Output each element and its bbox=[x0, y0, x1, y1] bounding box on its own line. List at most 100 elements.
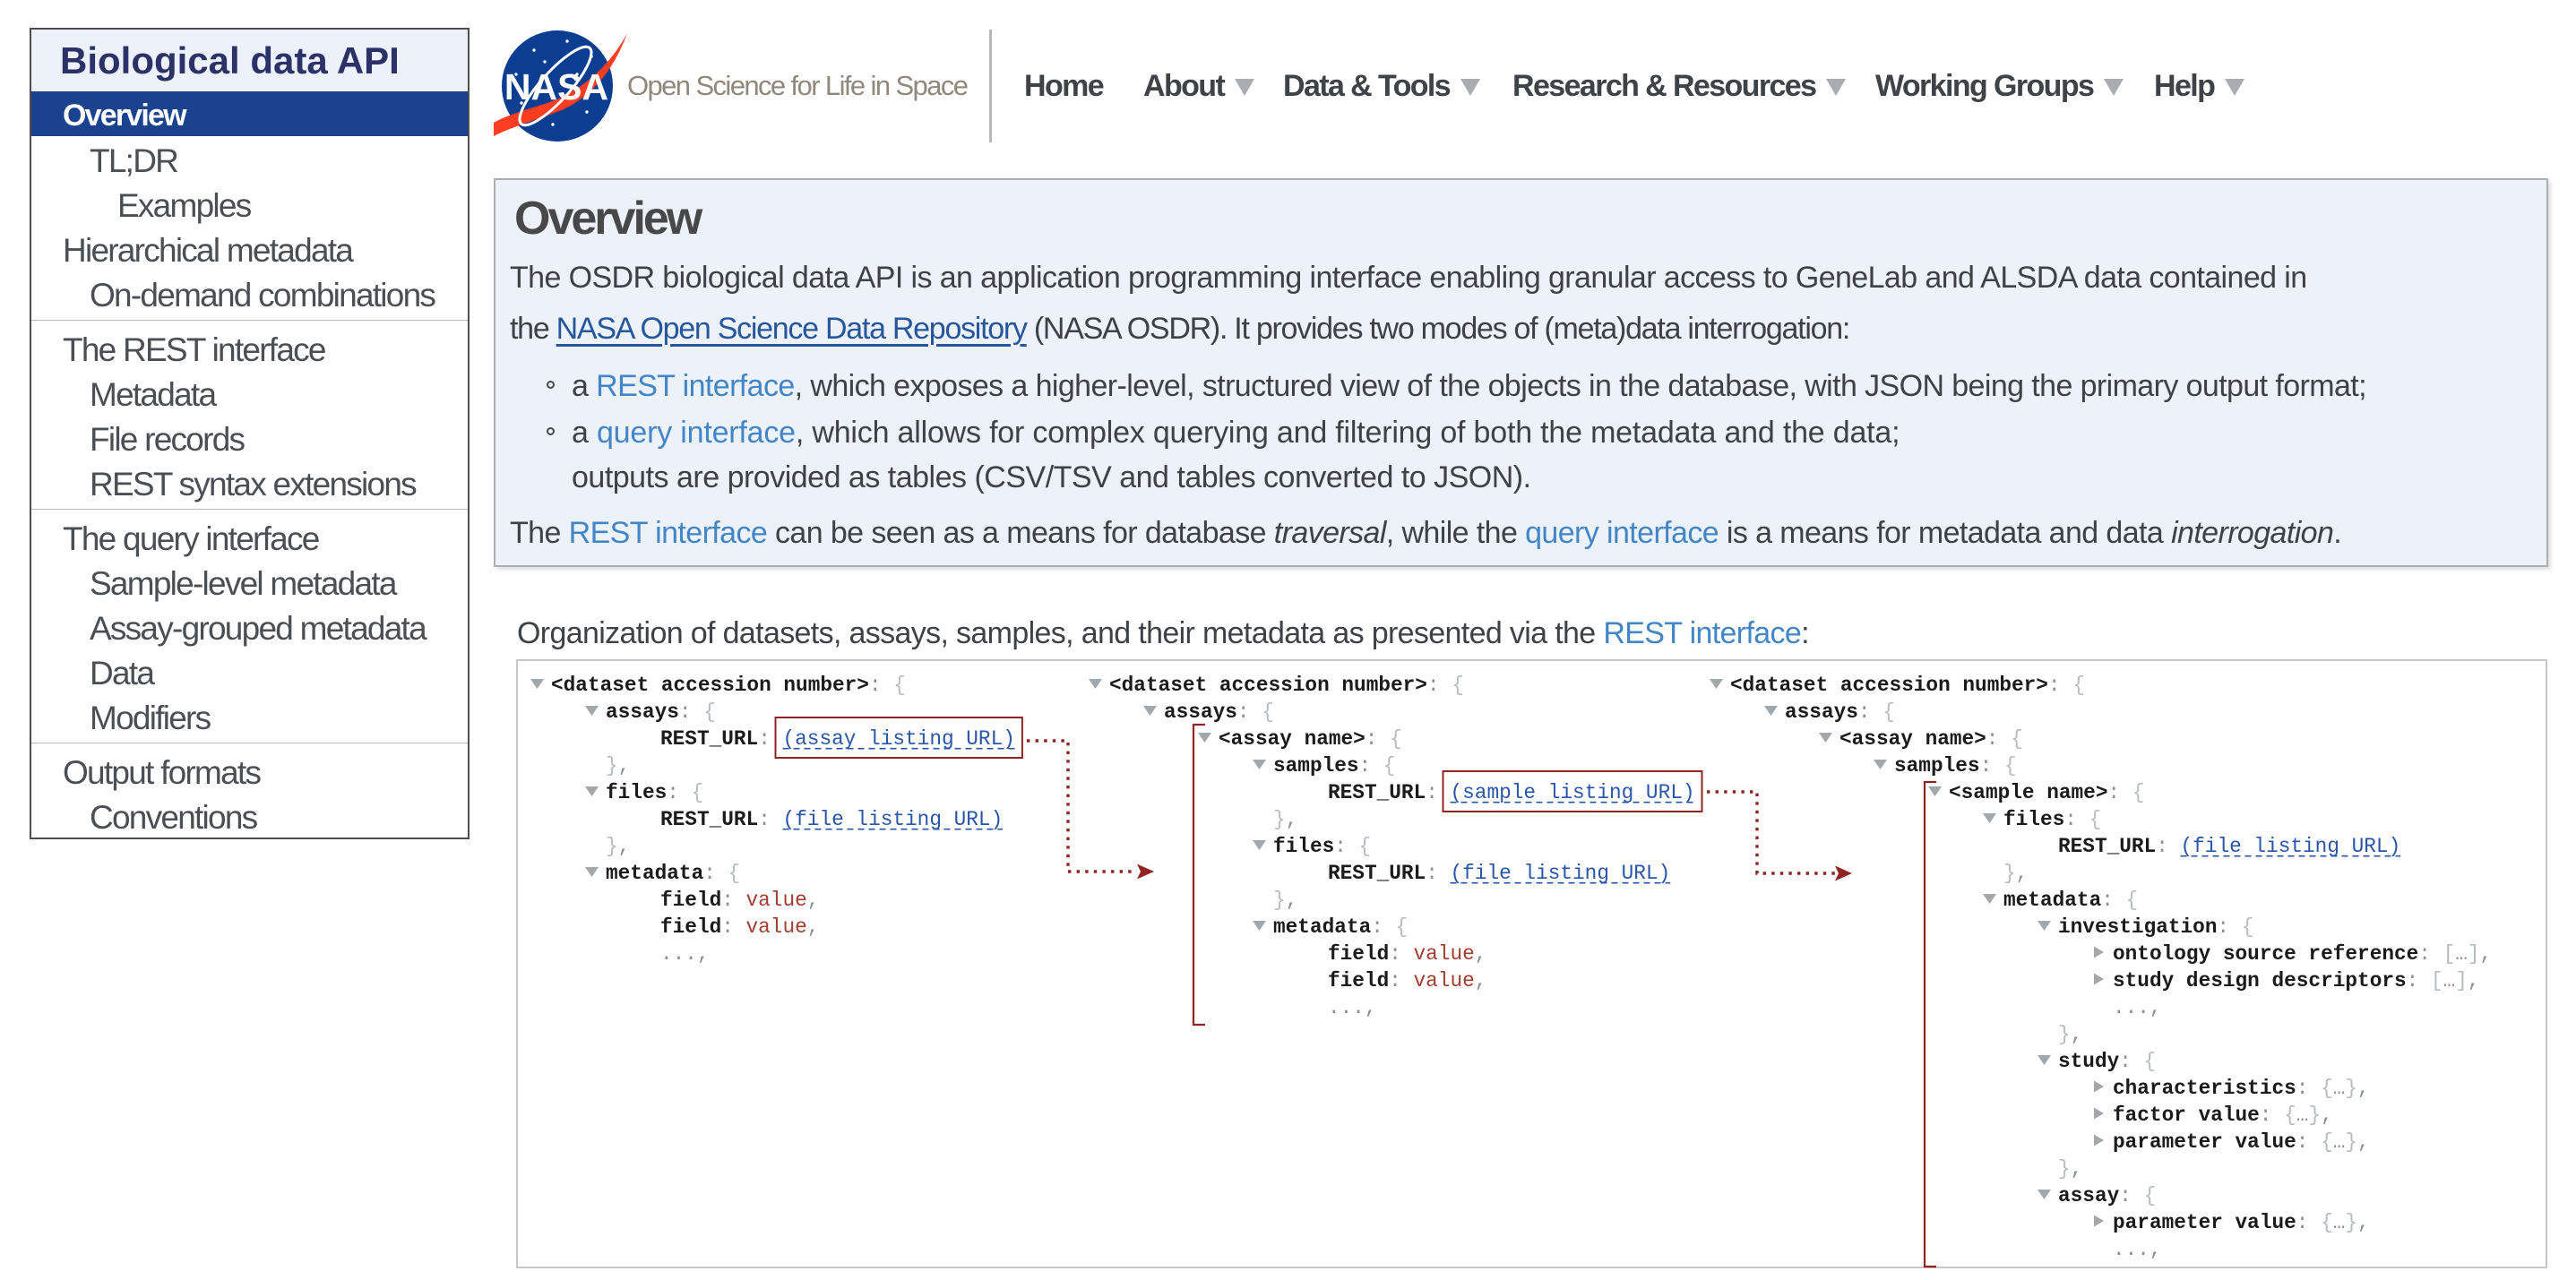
svg-text:{: { bbox=[2284, 1104, 2296, 1127]
svg-text::: : bbox=[1858, 700, 1871, 724]
svg-text:{: { bbox=[692, 781, 704, 804]
svg-text:,: , bbox=[2468, 969, 2480, 992]
svg-text::: : bbox=[2260, 1104, 2272, 1127]
svg-text:[: [ bbox=[2443, 942, 2456, 966]
svg-text:metadata: metadata bbox=[2003, 889, 2102, 912]
svg-text::: : bbox=[869, 674, 882, 697]
svg-text::: : bbox=[1366, 727, 1378, 751]
svg-text:{: { bbox=[2004, 754, 2017, 777]
svg-text::: : bbox=[703, 862, 716, 885]
svg-text:,: , bbox=[697, 942, 710, 966]
svg-text:,: , bbox=[2150, 1238, 2162, 1261]
svg-text:<dataset accession number>: <dataset accession number> bbox=[1109, 674, 1427, 697]
svg-text::: : bbox=[1371, 915, 1383, 939]
svg-text:<assay name>: <assay name> bbox=[1219, 727, 1366, 751]
svg-text:,: , bbox=[2071, 1023, 2083, 1046]
svg-text:,: , bbox=[2357, 1077, 2370, 1100]
svg-text:{: { bbox=[2321, 1077, 2333, 1100]
svg-text:,: , bbox=[2150, 996, 2162, 1019]
svg-text:REST_URL: REST_URL bbox=[1328, 781, 1426, 804]
svg-text:,: , bbox=[1365, 996, 1377, 1019]
svg-text:ontology source reference: ontology source reference bbox=[2113, 942, 2418, 966]
svg-text:{: { bbox=[1383, 754, 1396, 777]
svg-text:…: … bbox=[2333, 1211, 2346, 1234]
svg-text::: : bbox=[1389, 969, 1401, 992]
svg-text:assay: assay bbox=[2058, 1184, 2120, 1207]
svg-text::: : bbox=[2101, 889, 2114, 912]
svg-text:(sample listing URL): (sample listing URL) bbox=[1451, 781, 1695, 804]
svg-text:field: field bbox=[1328, 969, 1389, 992]
svg-text:}: } bbox=[1273, 808, 1286, 831]
svg-text::: : bbox=[2296, 1211, 2309, 1234]
svg-text:REST_URL: REST_URL bbox=[1328, 862, 1426, 885]
svg-text:{: { bbox=[2011, 727, 2023, 751]
svg-text:<assay name>: <assay name> bbox=[1839, 727, 1986, 751]
svg-text:[: [ bbox=[2431, 969, 2443, 992]
svg-text:…: … bbox=[2443, 969, 2456, 992]
svg-text:…: … bbox=[2333, 1130, 2346, 1154]
svg-text:}: } bbox=[2058, 1023, 2071, 1046]
svg-text:value: value bbox=[746, 889, 807, 912]
svg-text::: : bbox=[1986, 727, 1999, 751]
svg-text:{: { bbox=[1396, 915, 1409, 939]
svg-text:parameter value: parameter value bbox=[2113, 1211, 2296, 1234]
svg-text::: : bbox=[758, 727, 771, 751]
svg-text:{: { bbox=[2126, 889, 2139, 912]
svg-text:,: , bbox=[2071, 1157, 2083, 1181]
svg-text::: : bbox=[667, 781, 679, 804]
svg-text:}: } bbox=[1273, 889, 1286, 912]
svg-text:(file listing URL): (file listing URL) bbox=[1451, 862, 1671, 885]
svg-text:…: … bbox=[2333, 1077, 2346, 1100]
svg-text:...: ... bbox=[2113, 1238, 2150, 1261]
svg-text:...: ... bbox=[660, 942, 697, 966]
svg-text:}: } bbox=[2345, 1077, 2357, 1100]
svg-text:{: { bbox=[728, 862, 741, 885]
svg-text:field: field bbox=[660, 915, 721, 939]
svg-text:,: , bbox=[807, 915, 820, 939]
svg-text::: : bbox=[1237, 700, 1250, 724]
svg-text:<dataset accession number>: <dataset accession number> bbox=[1730, 674, 2048, 697]
svg-text:,: , bbox=[2357, 1211, 2370, 1234]
svg-text:…: … bbox=[2296, 1104, 2309, 1127]
svg-text:]: ] bbox=[2468, 942, 2480, 966]
svg-text:}: } bbox=[2003, 862, 2016, 885]
svg-text:,: , bbox=[2357, 1130, 2370, 1154]
svg-text:value: value bbox=[1414, 942, 1475, 966]
svg-text::: : bbox=[2296, 1130, 2309, 1154]
svg-text::: : bbox=[2119, 1184, 2132, 1207]
svg-text:{: { bbox=[2072, 674, 2085, 697]
svg-text::: : bbox=[2119, 1050, 2132, 1073]
svg-text:{: { bbox=[2242, 915, 2254, 939]
svg-text:files: files bbox=[1273, 835, 1334, 858]
svg-text:{: { bbox=[1262, 700, 1274, 724]
svg-text:samples: samples bbox=[1894, 754, 1980, 777]
svg-text:{: { bbox=[893, 674, 906, 697]
svg-text:{: { bbox=[2089, 808, 2102, 831]
svg-text:,: , bbox=[2321, 1104, 2333, 1127]
svg-text::: : bbox=[2107, 781, 2120, 804]
svg-text:study: study bbox=[2058, 1050, 2120, 1073]
svg-text::: : bbox=[2156, 835, 2168, 858]
svg-text:<dataset accession number>: <dataset accession number> bbox=[551, 674, 869, 697]
svg-text:}: } bbox=[606, 835, 618, 858]
svg-text:value: value bbox=[1414, 969, 1475, 992]
svg-text::: : bbox=[721, 889, 734, 912]
svg-text::: : bbox=[1980, 754, 1993, 777]
svg-text::: : bbox=[1426, 781, 1438, 804]
svg-text:{: { bbox=[2144, 1184, 2157, 1207]
svg-text:REST_URL: REST_URL bbox=[660, 808, 758, 831]
svg-text:,: , bbox=[807, 889, 820, 912]
svg-text:,: , bbox=[1475, 969, 1487, 992]
svg-text:assays: assays bbox=[606, 700, 679, 724]
svg-text:{: { bbox=[1452, 674, 1464, 697]
svg-text:assays: assays bbox=[1785, 700, 1858, 724]
svg-text:assays: assays bbox=[1164, 700, 1237, 724]
svg-text:(file listing URL): (file listing URL) bbox=[783, 808, 1004, 831]
svg-text::: : bbox=[2418, 942, 2431, 966]
svg-text:study design descriptors: study design descriptors bbox=[2113, 969, 2407, 992]
svg-text:metadata: metadata bbox=[1273, 915, 1372, 939]
svg-text::: : bbox=[2048, 674, 2061, 697]
svg-text::: : bbox=[758, 808, 771, 831]
svg-text:REST_URL: REST_URL bbox=[660, 727, 758, 751]
svg-text:}: } bbox=[2345, 1130, 2357, 1154]
